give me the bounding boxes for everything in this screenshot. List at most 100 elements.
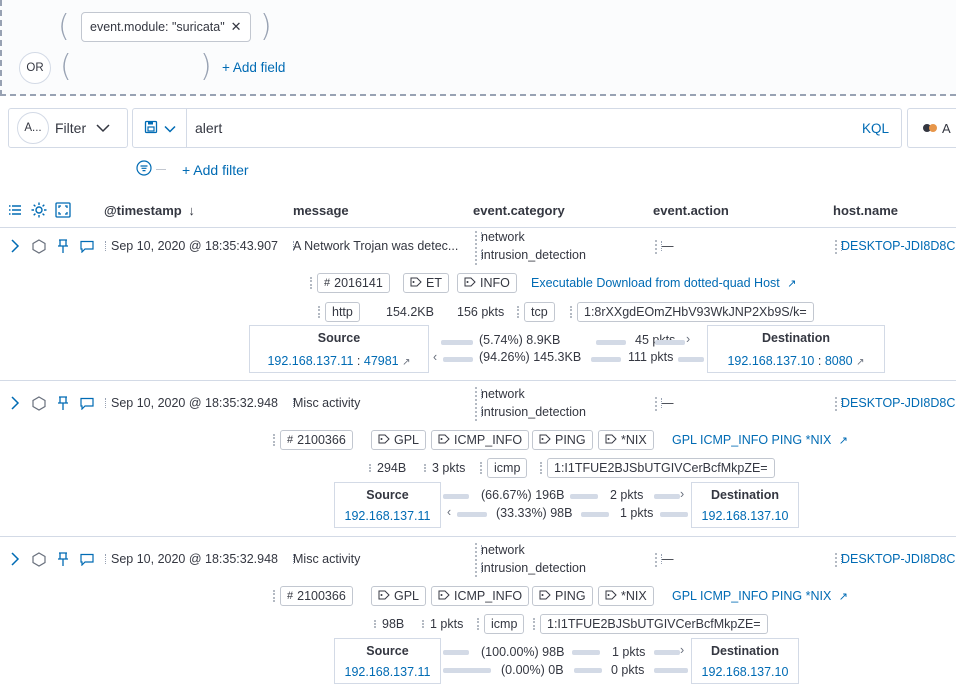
query-input[interactable]: alert [195,120,862,136]
timestamp-cell[interactable]: Sep 10, 2020 @ 18:35:32.948 [105,552,285,566]
case-icon[interactable] [31,551,47,567]
tag-badge[interactable]: ICMP_INFO [431,586,530,606]
tag-badge[interactable]: PING [532,430,593,450]
tag-badge[interactable]: ET [403,273,449,293]
source-ip-link[interactable]: 192.168.137.11 [345,665,431,679]
transport-badge[interactable]: icmp [476,614,525,634]
signature-label: GPL ICMP_INFO PING *NIX [672,433,832,447]
external-link-icon[interactable]: ↗ [856,357,864,368]
column-header-message[interactable]: message [293,203,349,218]
event-action-cell[interactable]: — [661,552,721,566]
event-category-value[interactable]: network [481,387,641,401]
host-name-link[interactable]: DESKTOP-JDI8D8C [841,396,956,410]
fullscreen-icon[interactable] [55,202,71,221]
timestamp-cell[interactable]: Sep 10, 2020 @ 18:35:43.907 [105,239,285,253]
event-category-value[interactable]: intrusion_detection [481,405,641,419]
event-category-value[interactable]: intrusion_detection [481,561,641,575]
comment-icon[interactable] [79,395,95,411]
outbound-pct-label: (66.67%) [481,488,532,502]
filter-popover-button[interactable]: A... Filter [8,108,128,148]
transport-badge[interactable]: icmp [479,458,528,478]
event-action-cell[interactable]: — [661,239,721,253]
signature-link[interactable]: Executable Download from dotted-quad Hos… [531,276,796,290]
signature-link[interactable]: GPL ICMP_INFO PING *NIX ↗ [672,433,848,447]
tag-label: PING [555,589,586,603]
cell-divider [655,397,657,411]
chevron-right-icon[interactable] [7,238,23,254]
flow-line [655,340,685,345]
saved-query-button[interactable] [133,109,187,147]
message-cell[interactable]: A Network Trojan was detec... [293,239,469,253]
community-id-badge[interactable]: 1:8rXXgdEOmZHbV93WkJNP2Xb9S/k= [570,302,814,322]
pin-icon[interactable] [55,551,71,567]
tag-badge[interactable]: PING [532,586,593,606]
comment-icon[interactable] [79,551,95,567]
source-ip-link[interactable]: 192.168.137.11 [267,354,353,368]
chevron-right-icon[interactable] [7,395,23,411]
kql-toggle[interactable]: KQL [862,121,889,136]
message-cell[interactable]: Misc activity [293,552,469,566]
tag-badge[interactable]: GPL [371,586,427,606]
protocol-badge[interactable]: http [318,302,360,322]
source-ip-link[interactable]: 192.168.137.11 [345,509,431,523]
community-id-badge[interactable]: 1:I1TFUE2BJSbUTGIVCerBcfMkpZE= [540,458,775,478]
source-port-link[interactable]: 47981 [364,354,399,368]
case-icon[interactable] [31,238,47,254]
signature-id-badge[interactable]: # 2100366 [273,586,353,606]
table-row: Sep 10, 2020 @ 18:35:43.907 A Network Tr… [0,228,956,380]
pin-icon[interactable] [55,238,71,254]
message-cell[interactable]: Misc activity [293,396,469,410]
signature-id-badge[interactable]: # 2100366 [273,430,353,450]
tag-icon [378,433,390,447]
tag-badge[interactable]: *NIX [598,586,654,606]
tag-icon [410,276,422,290]
chevron-right-icon[interactable] [7,551,23,567]
add-filter-button[interactable]: + Add filter [182,162,249,178]
host-name-link[interactable]: DESKTOP-JDI8D8C [841,552,956,566]
query-pill-label: event.module: "suricata" [90,20,225,34]
cell-divider [475,543,477,577]
flow-line [443,668,491,673]
event-category-value[interactable]: network [481,230,641,244]
query-pill[interactable]: event.module: "suricata" ✕ [81,12,251,42]
tag-badge[interactable]: ICMP_INFO [431,430,530,450]
transport-badge[interactable]: tcp [517,302,555,322]
query-input-group: alert KQL [132,108,902,148]
tag-badge[interactable]: GPL [371,430,427,450]
event-action-cell[interactable]: — [661,396,721,410]
external-link-icon[interactable]: ↗ [402,357,410,368]
table-row: Sep 10, 2020 @ 18:35:32.948 Misc activit… [0,537,956,690]
comment-icon[interactable] [79,238,95,254]
destination-port-link[interactable]: 8080 [825,354,853,368]
filter-menu-icon[interactable] [136,160,152,179]
pin-icon[interactable] [55,395,71,411]
gear-icon[interactable] [30,201,48,222]
host-name-link[interactable]: DESKTOP-JDI8D8C [841,239,956,253]
flow-line [581,512,609,517]
tag-badge[interactable]: INFO [457,273,517,293]
column-header-timestamp[interactable]: @timestamp ↓ [104,203,195,218]
column-header-event-category[interactable]: event.category [473,203,565,218]
event-category-value[interactable]: intrusion_detection [481,248,641,262]
flow-line [441,340,473,345]
community-id-badge[interactable]: 1:I1TFUE2BJSbUTGIVCerBcfMkpZE= [533,614,768,634]
destination-ip-link[interactable]: 192.168.137.10 [702,665,789,679]
signature-link[interactable]: GPL ICMP_INFO PING *NIX ↗ [672,589,848,603]
close-icon[interactable]: ✕ [231,19,242,35]
destination-ip-link[interactable]: 192.168.137.10 [727,354,814,368]
date-picker-button[interactable]: A [907,108,956,148]
event-category-value[interactable]: network [481,543,641,557]
port-separator: : [817,354,825,368]
inbound-packets: 0 pkts [611,663,645,677]
tag-badge[interactable]: *NIX [598,430,654,450]
timeline-query-dropzone[interactable]: ( event.module: "suricata" ✕ ) OR ( ) + … [0,0,956,96]
or-badge: OR [19,52,51,84]
signature-id-badge[interactable]: # 2016141 [310,273,390,293]
add-field-button[interactable]: + Add field [222,60,285,75]
column-list-icon[interactable] [8,203,22,220]
case-icon[interactable] [31,395,47,411]
column-header-host-name[interactable]: host.name [833,203,898,218]
destination-ip-link[interactable]: 192.168.137.10 [702,509,789,523]
timestamp-cell[interactable]: Sep 10, 2020 @ 18:35:32.948 [105,396,285,410]
column-header-event-action[interactable]: event.action [653,203,729,218]
